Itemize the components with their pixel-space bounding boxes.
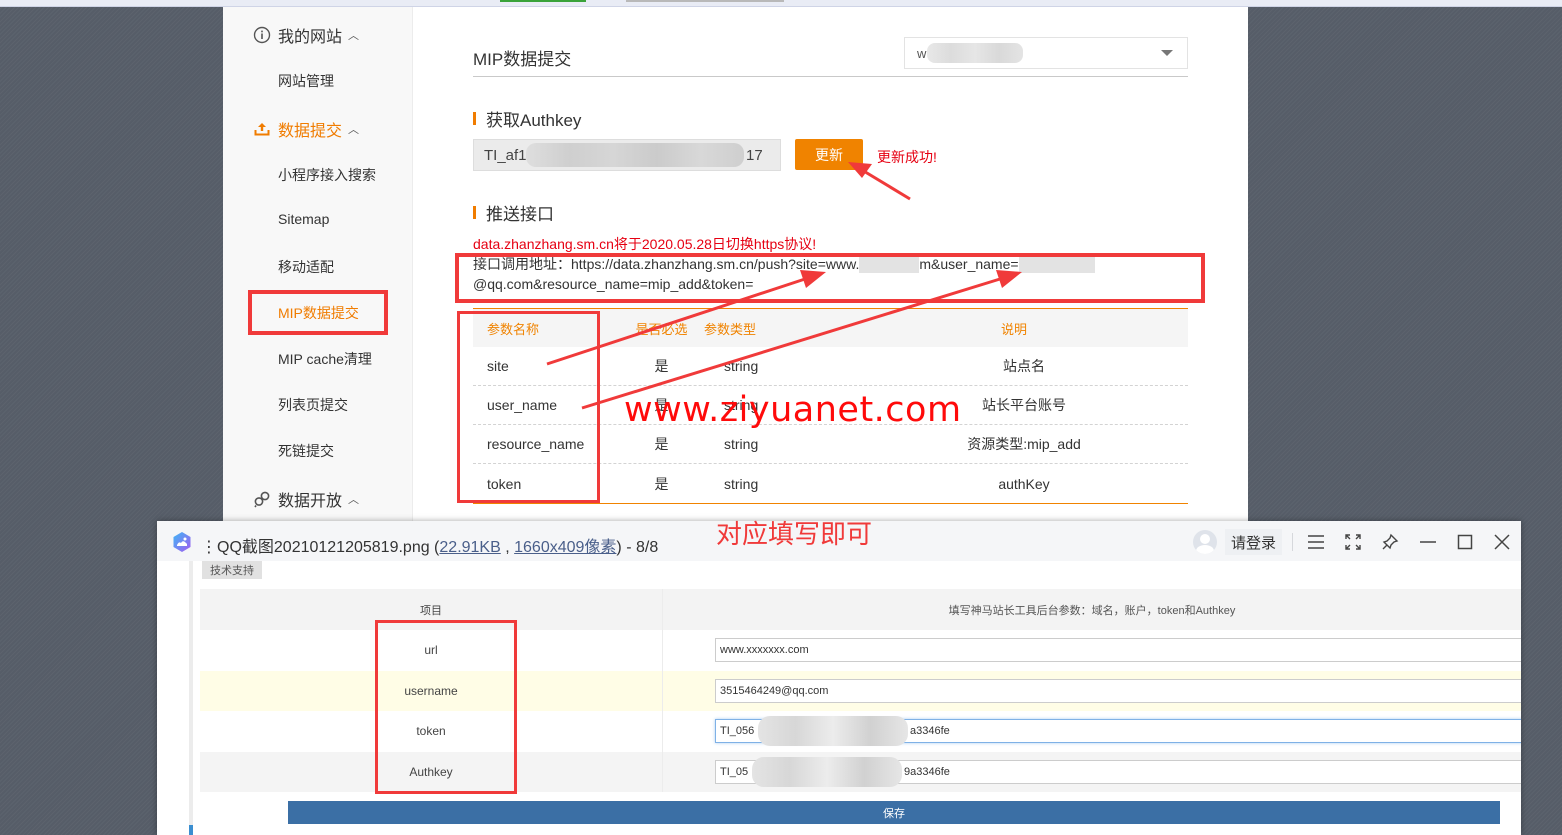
maximize-icon[interactable] [1452, 529, 1478, 555]
section-heading-text: 获取Authkey [486, 111, 582, 130]
menu-icon[interactable] [1303, 529, 1329, 555]
scrollbar-track[interactable] [189, 561, 193, 835]
annotation-highlight-box [457, 311, 600, 503]
chevron-up-icon: ︿ [348, 30, 360, 42]
browser-tab-active[interactable] [500, 0, 586, 2]
sidebar-item-dead-link[interactable]: 死链提交 [278, 441, 334, 461]
redacted-mask [526, 143, 744, 167]
chevron-up-icon: ︿ [348, 124, 360, 136]
sidebar-item-sitemap[interactable]: Sitemap [278, 211, 329, 227]
watermark-text: www.ziyuanet.com [624, 390, 962, 430]
sidebar-group-label: 我的网站 [278, 29, 343, 46]
table-cell: string [724, 436, 759, 452]
authkey-prefix: TI_af1 [484, 147, 527, 164]
header-cell: 说明 [1000, 321, 1027, 337]
header-cell: 参数类型 [704, 321, 757, 337]
table-cell: 资源类型:mip_add [967, 436, 1081, 452]
page-title: MIP数据提交 [473, 50, 572, 69]
pin-icon[interactable] [1377, 529, 1403, 555]
viewer-app-logo-icon [172, 531, 192, 553]
section-bar [473, 112, 476, 125]
token-prefix: TI_056 [720, 725, 755, 737]
upload-icon [253, 120, 271, 138]
redacted-mask [927, 43, 1023, 63]
sidebar-item-site-management[interactable]: 网站管理 [278, 71, 334, 91]
authkey-prefix: TI_05 [720, 765, 749, 778]
close-icon[interactable] [1489, 529, 1515, 555]
sidebar-item-mini-program[interactable]: 小程序接入搜索 [278, 165, 376, 185]
redacted-mask [758, 716, 908, 746]
url-field[interactable]: www.xxxxxxx.com [715, 638, 1521, 662]
sidebar-item-mip-cache[interactable]: MIP cache清理 [278, 349, 372, 369]
viewer-title-text: QQ截图20210121205819.png ( [217, 539, 440, 556]
table-cell: 是 [654, 358, 669, 374]
main-content: MIP数据提交 w 获取Authkey TI_af1 17 更新 更新成功! 推… [455, 7, 1205, 527]
section-heading-authkey: 获取Authkey [473, 106, 581, 131]
table-cell: 是 [654, 475, 669, 492]
header-cell: 填写神马站长工具后台参数：域名，账户，token和Authkey [948, 604, 1236, 617]
link-icon [253, 490, 271, 508]
username-field[interactable]: 3515464249@qq.com [715, 678, 1521, 703]
https-notice: data.zhanzhang.sm.cn将于2020.05.28日切换https… [473, 236, 817, 252]
table-cell: 是 [654, 436, 669, 452]
sidebar-group-data-open[interactable]: 数据开放 ︿ [253, 487, 359, 511]
sidebar-group-label: 数据提交 [278, 123, 343, 140]
table-cell: string [724, 358, 759, 374]
viewer-title-text: , [500, 539, 515, 556]
redacted-mask [752, 756, 902, 787]
caret-down-icon [1161, 50, 1173, 56]
annotation-highlight-box [455, 253, 1205, 303]
divider [473, 76, 1188, 77]
sidebar-group-data-submit[interactable]: 数据提交 ︿ [253, 117, 359, 141]
chevron-up-icon: ︿ [348, 494, 360, 506]
info-icon [253, 26, 271, 44]
authkey-suffix: 17 [746, 147, 763, 164]
viewer-image-content: 技术支持 项目 填写神马站长工具后台参数：域名，账户，token和Authkey… [157, 561, 1521, 835]
section-heading-text: 推送接口 [486, 205, 554, 224]
authkey-suffix: 9a3346fe [904, 765, 950, 778]
sidebar-group-my-sites[interactable]: 我的网站 ︿ [253, 23, 359, 47]
login-button[interactable]: 请登录 [1225, 529, 1283, 555]
image-viewer-window: ⋮QQ截图20210121205819.png (22.91KB , 1660x… [157, 521, 1521, 835]
update-success-message: 更新成功! [877, 149, 937, 165]
sidebar-item-list-page[interactable]: 列表页提交 [278, 395, 348, 415]
viewer-title: ⋮QQ截图20210121205819.png (22.91KB , 1660x… [201, 539, 659, 556]
site-select-value: w [917, 46, 927, 61]
authkey-field[interactable]: TI_af1 17 [473, 139, 781, 171]
annotation-fill-hint: 对应填写即可 [716, 519, 873, 549]
webmaster-page: 我的网站 ︿ 网站管理 数据提交 ︿ 小程序接入搜索 Sitemap 移动适配 … [223, 7, 1248, 527]
section-bar [473, 206, 476, 219]
tech-support-tag[interactable]: 技术支持 [202, 561, 262, 579]
browser-tab[interactable] [626, 0, 784, 2]
sidebar-item-mobile-adapt[interactable]: 移动适配 [278, 257, 334, 277]
sidebar-group-label: 数据开放 [278, 493, 343, 510]
token-suffix: a3346fe [910, 725, 950, 737]
scrollbar-thumb[interactable] [189, 825, 193, 835]
browser-top-bar [0, 0, 1562, 7]
token-field[interactable]: TI_056 a3346fe [715, 716, 1521, 746]
sidebar: 我的网站 ︿ 网站管理 数据提交 ︿ 小程序接入搜索 Sitemap 移动适配 … [223, 7, 413, 527]
annotation-highlight-box [248, 290, 388, 335]
authkey-form-field[interactable]: TI_05 9a3346fe [715, 756, 1521, 787]
avatar[interactable] [1193, 530, 1217, 554]
dimensions-link[interactable]: 1660x409像素 [514, 539, 616, 556]
site-select[interactable]: w [904, 37, 1188, 69]
viewer-title-text: ) - 8/8 [616, 539, 659, 556]
fullscreen-icon[interactable] [1340, 529, 1366, 555]
file-size-link[interactable]: 22.91KB [439, 539, 500, 556]
update-button[interactable]: 更新 [795, 139, 863, 170]
table-cell: string [724, 475, 759, 492]
minimize-icon[interactable] [1415, 529, 1441, 555]
annotation-highlight-box [375, 620, 517, 794]
table-cell: 站点名 [1003, 358, 1045, 374]
section-heading-push: 推送接口 [473, 200, 554, 225]
divider [1292, 533, 1293, 551]
table-cell: authKey [998, 475, 1050, 492]
save-button[interactable]: 保存 [288, 801, 1500, 824]
